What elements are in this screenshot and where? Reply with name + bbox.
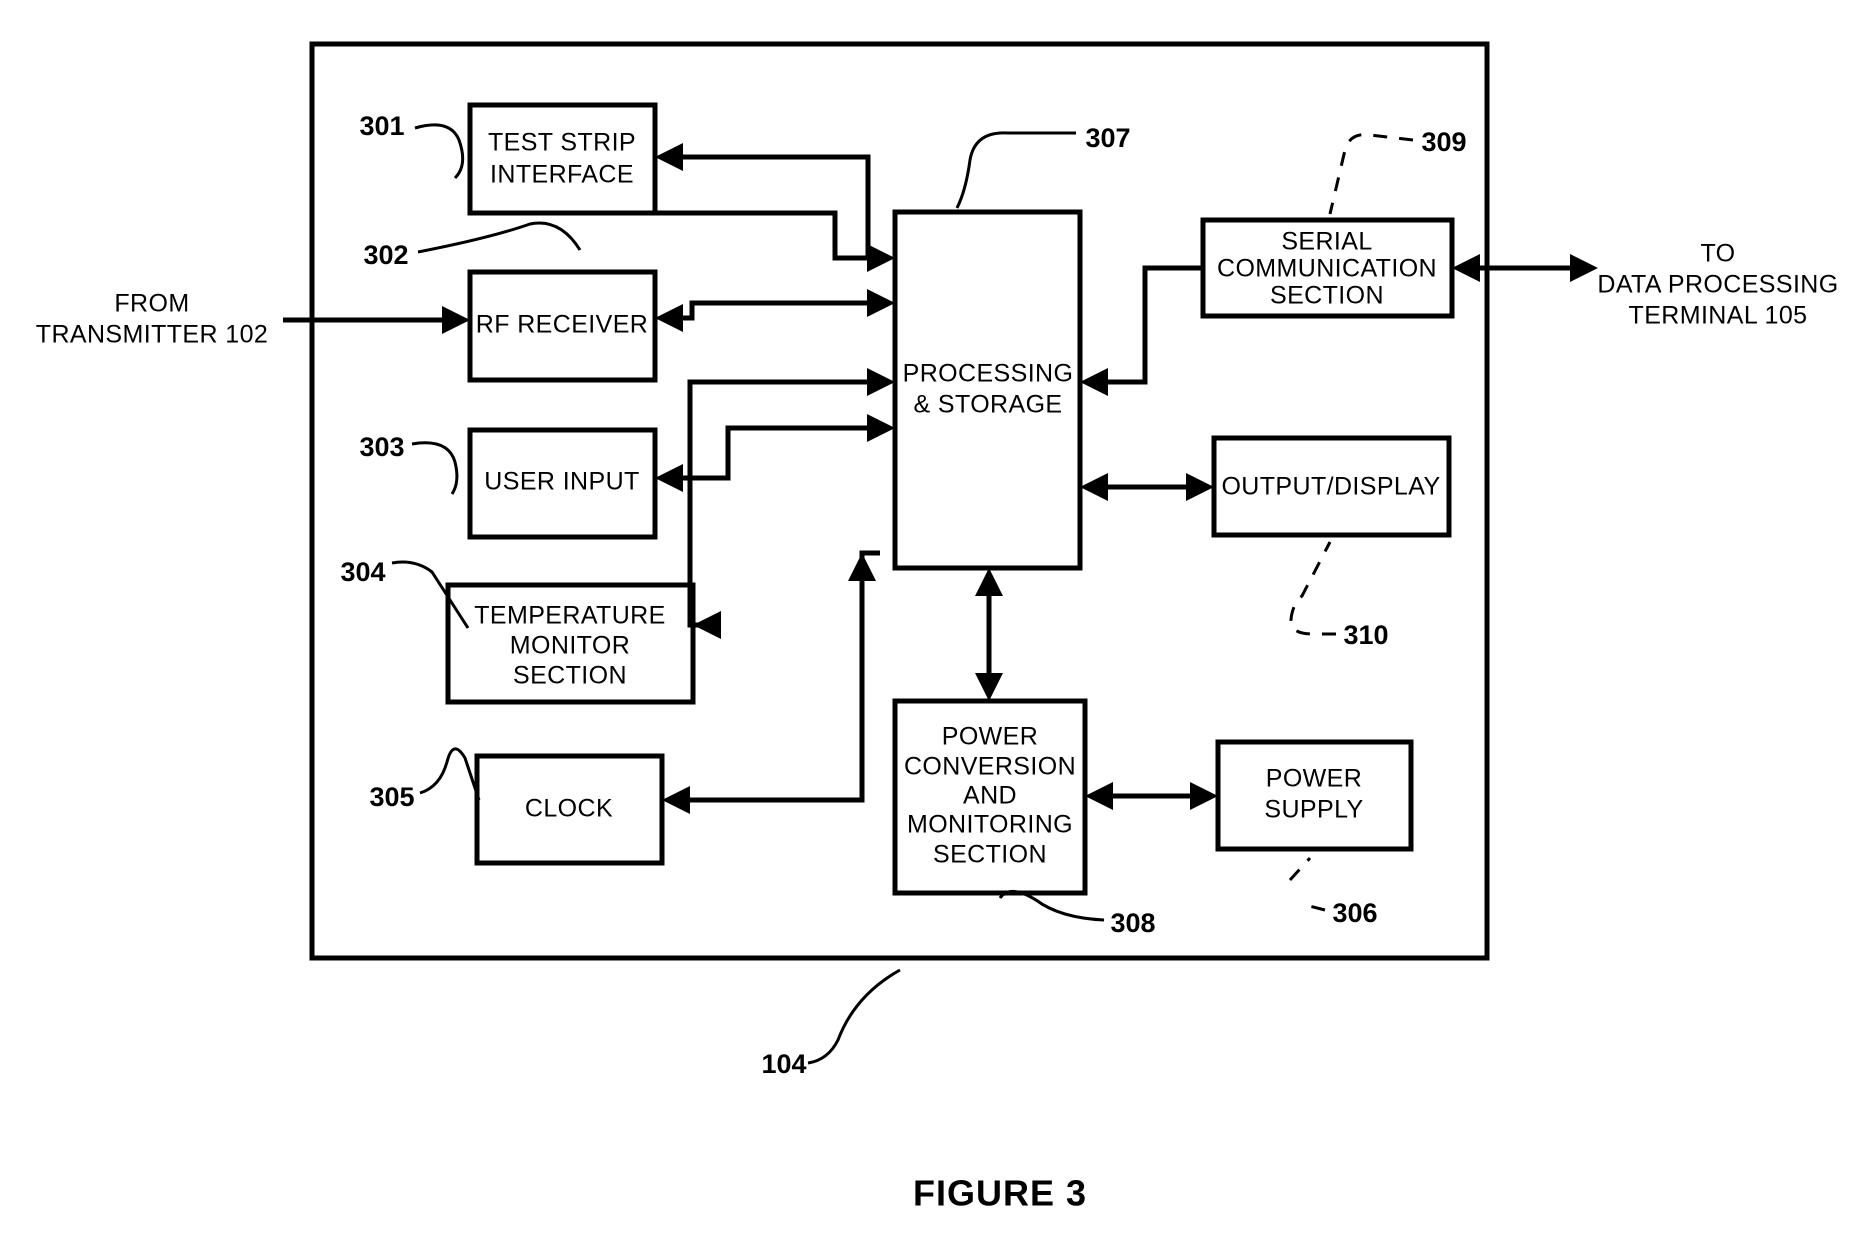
- label-power-supply-line1: POWER: [1266, 765, 1362, 793]
- label-power-supply-line2: SUPPLY: [1264, 796, 1363, 824]
- arrowhead-rf-receiver-in-proc: [655, 304, 683, 332]
- arrowhead-terminal-in: [1570, 254, 1598, 282]
- leader-302: [417, 221, 582, 254]
- label-serial-communication-line3: SECTION: [1270, 282, 1384, 310]
- label-rf-receiver-line1: RF RECEIVER: [476, 311, 648, 339]
- wire-temperature-monitor-to-processing: [687, 379, 880, 625]
- wire-user-input-to-processing: [725, 425, 880, 457]
- ref-number-307: 307: [1085, 123, 1130, 153]
- label-test-strip-interface-line1: TEST STRIP: [488, 129, 636, 157]
- label-to-data-processing-line3: TERMINAL 105: [1629, 302, 1808, 330]
- leader-301: [414, 123, 465, 180]
- ref-number-302: 302: [363, 240, 408, 270]
- block-diagram: TEST STRIP INTERFACE RF RECEIVER USER IN…: [36, 41, 1838, 1214]
- arrowhead-processing-in-user: [867, 414, 895, 442]
- label-temperature-monitor-line2: MONITOR: [510, 632, 630, 660]
- arrowhead-user-input-in: [655, 464, 683, 492]
- leader-303: [411, 441, 459, 495]
- wire-serial-communication-to-processing: [1095, 265, 1203, 385]
- arrowhead-clock-in: [662, 786, 690, 814]
- label-test-strip-interface-line2: INTERFACE: [490, 161, 634, 189]
- label-serial-communication-line1: SERIAL: [1281, 228, 1372, 256]
- arrowhead-power-supply-in: [1190, 782, 1218, 810]
- leader-307: [955, 131, 1076, 209]
- leader-308: [998, 890, 1105, 922]
- label-temperature-monitor-line3: SECTION: [513, 662, 627, 690]
- ref-number-301: 301: [359, 111, 404, 141]
- label-processing-storage-line2: & STORAGE: [913, 391, 1062, 419]
- label-power-conversion-line2: CONVERSION: [904, 753, 1076, 781]
- arrowhead-serial-communication-in-ext: [1452, 254, 1480, 282]
- ref-number-305: 305: [369, 782, 414, 812]
- label-to-data-processing-line1: TO: [1700, 240, 1735, 268]
- ref-number-104: 104: [761, 1049, 806, 1079]
- ref-number-309: 309: [1421, 127, 1466, 157]
- label-from-transmitter-line2: TRANSMITTER 102: [36, 321, 268, 349]
- label-to-data-processing-line2: DATA PROCESSING: [1597, 271, 1838, 299]
- arrowhead-test-strip-interface-in: [655, 143, 683, 171]
- label-serial-communication-line2: COMMUNICATION: [1217, 255, 1437, 283]
- label-from-transmitter-line1: FROM: [114, 290, 189, 318]
- ref-number-304: 304: [340, 557, 385, 587]
- label-power-conversion-line4: MONITORING: [907, 811, 1073, 839]
- patent-figure-page: TEST STRIP INTERFACE RF RECEIVER USER IN…: [0, 0, 1851, 1254]
- label-output-display-line1: OUTPUT/DISPLAY: [1221, 473, 1440, 501]
- ref-number-306: 306: [1332, 898, 1377, 928]
- arrowhead-processing-in-test-strip: [867, 244, 895, 272]
- leader-306: [1288, 856, 1326, 912]
- arrowhead-power-conversion-in-proc: [975, 673, 1003, 701]
- label-power-conversion-line5: SECTION: [933, 841, 1047, 869]
- wire-test-strip-interface-to-processing: [655, 210, 880, 261]
- leader-305: [419, 747, 481, 801]
- arrowhead-processing-in-serial: [1080, 368, 1108, 396]
- arrowhead-processing-in-power: [975, 568, 1003, 596]
- ref-number-308: 308: [1110, 908, 1155, 938]
- label-power-conversion-line3: AND: [963, 782, 1017, 810]
- figure-caption: FIGURE 3: [913, 1173, 1087, 1214]
- leader-309: [1328, 133, 1414, 215]
- arrowhead-processing-in-output: [1080, 473, 1108, 501]
- wire-processing-to-test-strip-interface: [670, 154, 880, 258]
- label-user-input-line1: USER INPUT: [484, 468, 639, 496]
- ref-number-303: 303: [359, 432, 404, 462]
- wire-processing-to-rf-receiver: [670, 300, 880, 321]
- block-test-strip-interface[interactable]: [467, 102, 658, 216]
- wire-clock-feed: [677, 550, 880, 803]
- leader-310: [1289, 541, 1336, 636]
- arrowhead-processing-in-temperature: [867, 368, 895, 396]
- label-power-conversion-line1: POWER: [942, 723, 1038, 751]
- leader-104: [807, 968, 901, 1065]
- arrowhead-temperature-monitor-in: [693, 611, 721, 639]
- arrowhead-power-conversion-in-supply: [1085, 782, 1113, 810]
- label-processing-storage-line1: PROCESSING: [903, 360, 1074, 388]
- arrowhead-processing-in-clock: [848, 553, 876, 581]
- label-temperature-monitor-line1: TEMPERATURE: [474, 602, 665, 630]
- label-clock-line1: CLOCK: [525, 795, 613, 823]
- arrowhead-output-display-in: [1186, 473, 1214, 501]
- ref-number-310: 310: [1343, 620, 1388, 650]
- arrowhead-rf-receiver-in: [442, 306, 470, 334]
